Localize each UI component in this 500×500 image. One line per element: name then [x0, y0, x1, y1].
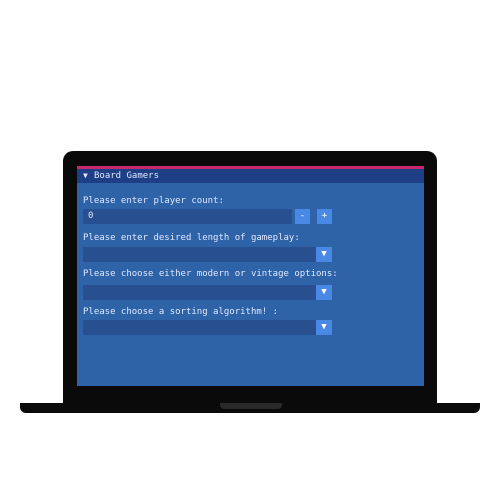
- chevron-down-icon[interactable]: ▼: [316, 247, 332, 262]
- era-options-label: Please choose either modern or vintage o…: [83, 269, 338, 279]
- sorting-algorithm-dropdown[interactable]: [83, 320, 316, 335]
- decrement-button[interactable]: -: [295, 209, 310, 224]
- laptop-notch: [220, 403, 282, 409]
- chevron-down-icon[interactable]: ▼: [316, 320, 332, 335]
- triangle-down-icon[interactable]: ▼: [83, 169, 88, 183]
- chevron-down-icon[interactable]: ▼: [316, 285, 332, 300]
- increment-button[interactable]: +: [317, 209, 332, 224]
- player-count-input[interactable]: 0: [83, 209, 292, 224]
- era-options-dropdown[interactable]: [83, 285, 316, 300]
- window-title-bar[interactable]: ▼ Board Gamers: [77, 169, 424, 183]
- sorting-algorithm-label: Please choose a sorting algorithm! :: [83, 307, 279, 317]
- player-count-value: 0: [88, 211, 94, 221]
- player-count-label: Please enter player count:: [83, 196, 224, 206]
- window-title: Board Gamers: [94, 171, 160, 181]
- gameplay-length-label: Please enter desired length of gameplay:: [83, 233, 300, 243]
- gameplay-length-dropdown[interactable]: [83, 247, 316, 262]
- app-window: ▼ Board Gamers Please enter player count…: [77, 166, 424, 386]
